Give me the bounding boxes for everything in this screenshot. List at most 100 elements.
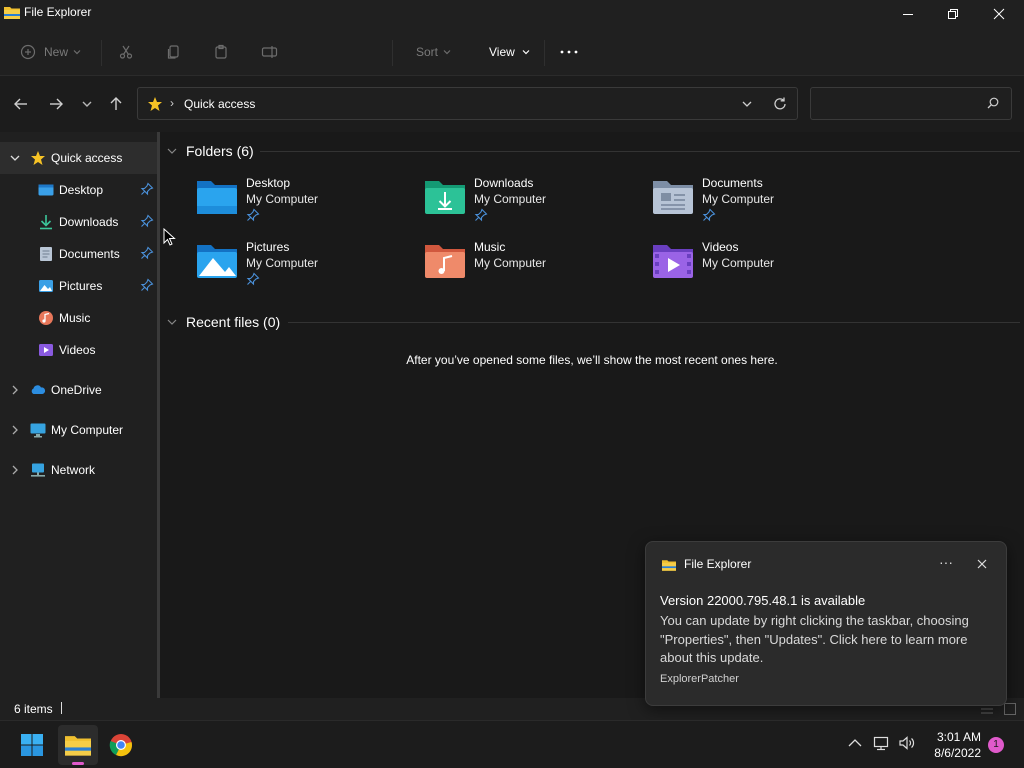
navigation-bar: › Quick access: [0, 76, 1024, 132]
sidebar-item-videos[interactable]: Videos: [0, 334, 157, 366]
notification-more-button[interactable]: ···: [934, 554, 958, 574]
paste-button[interactable]: [213, 40, 229, 64]
taskbar: 3:01 AM 8/6/2022 1: [0, 720, 1024, 768]
up-button[interactable]: [106, 94, 126, 114]
start-button[interactable]: [12, 725, 52, 765]
new-plus-icon: [20, 44, 36, 60]
pin-icon: [140, 182, 154, 196]
close-button[interactable]: [976, 0, 1022, 28]
minimize-button[interactable]: [885, 0, 931, 28]
recent-files-section-header[interactable]: Recent files (0): [166, 312, 280, 332]
view-button[interactable]: View: [489, 40, 531, 64]
new-button[interactable]: New: [20, 40, 82, 64]
restore-button[interactable]: [930, 0, 976, 28]
chevron-down-icon[interactable]: [741, 98, 753, 110]
folder-location: My Computer: [474, 192, 547, 206]
sidebar-item-label: Pictures: [59, 279, 103, 293]
folder-location: My Computer: [246, 256, 319, 270]
pin-icon: [140, 278, 154, 292]
download-icon: [40, 215, 52, 230]
folders-section-header[interactable]: Folders (6): [166, 141, 254, 161]
chevron-up-icon[interactable]: [847, 735, 863, 751]
rename-icon: [261, 46, 278, 58]
folders-section-title: Folders (6): [186, 143, 254, 159]
volume-icon[interactable]: [898, 735, 916, 751]
taskbar-clock[interactable]: 3:01 AM 8/6/2022: [925, 729, 981, 761]
more-options-button[interactable]: [560, 40, 578, 64]
folder-name: Music: [474, 240, 506, 254]
forward-button[interactable]: [46, 94, 66, 114]
windows-logo-icon: [21, 734, 43, 756]
folder-tile-videos[interactable]: Videos My Computer: [652, 240, 880, 304]
taskbar-chrome[interactable]: [101, 725, 141, 765]
chevron-right-icon[interactable]: [9, 384, 21, 396]
breadcrumb-quick-access[interactable]: Quick access: [184, 97, 255, 111]
copy-button[interactable]: [166, 40, 182, 64]
pin-icon: [140, 246, 154, 260]
search-icon: [987, 97, 999, 109]
sidebar-item-label: Downloads: [59, 215, 119, 229]
sidebar-item-pictures[interactable]: Pictures: [0, 270, 157, 302]
notification-body: You can update by right clicking the tas…: [660, 613, 969, 666]
folder-location: My Computer: [474, 256, 547, 270]
update-notification[interactable]: File Explorer ··· Version 22000.795.48.1…: [645, 541, 1007, 706]
notification-close-button[interactable]: [972, 554, 992, 574]
back-button[interactable]: [11, 94, 31, 114]
rename-button[interactable]: [261, 40, 279, 64]
pin-icon: [474, 208, 488, 222]
network-icon[interactable]: [873, 735, 891, 751]
pictures-icon: [39, 280, 53, 292]
cut-button[interactable]: [118, 40, 134, 64]
notification-badge[interactable]: 1: [988, 737, 1004, 753]
sidebar-item-music[interactable]: Music: [0, 302, 157, 334]
close-icon: [993, 8, 1005, 20]
chevron-down-icon[interactable]: [9, 152, 21, 164]
search-box[interactable]: [810, 87, 1012, 120]
sidebar-item-desktop[interactable]: Desktop: [0, 174, 157, 206]
folder-location: My Computer: [246, 192, 319, 206]
chrome-icon: [109, 734, 132, 757]
sidebar-item-my-computer[interactable]: My Computer: [0, 414, 157, 446]
large-icons-view-icon[interactable]: [1003, 702, 1017, 716]
close-icon: [977, 559, 987, 569]
pin-icon: [246, 208, 260, 222]
chevron-right-icon[interactable]: [9, 424, 21, 436]
folder-name: Downloads: [474, 176, 534, 190]
notification-app-name: File Explorer: [684, 557, 752, 571]
folder-name: Documents: [702, 176, 763, 190]
sidebar-item-quick-access[interactable]: Quick access: [0, 142, 157, 174]
folder-tile-desktop[interactable]: Desktop My Computer: [196, 176, 424, 240]
folder-tile-music[interactable]: Music My Computer: [424, 240, 652, 304]
taskbar-file-explorer[interactable]: [58, 725, 98, 765]
chevron-right-icon[interactable]: [9, 464, 21, 476]
divider: [260, 151, 1020, 152]
sort-button[interactable]: Sort: [416, 40, 452, 64]
folder-tile-downloads[interactable]: Downloads My Computer: [424, 176, 652, 240]
sidebar-item-network[interactable]: Network: [0, 454, 157, 486]
monitor-icon: [30, 423, 46, 438]
sidebar-item-label: Quick access: [51, 151, 123, 165]
sidebar-item-downloads[interactable]: Downloads: [0, 206, 157, 238]
folder-tile-pictures[interactable]: Pictures My Computer: [196, 240, 424, 304]
sidebar-item-onedrive[interactable]: OneDrive: [0, 374, 157, 406]
search-input[interactable]: [819, 94, 979, 114]
divider: [61, 702, 62, 714]
sidebar-item-documents[interactable]: Documents: [0, 238, 157, 270]
refresh-icon[interactable]: [772, 96, 788, 112]
folder-tile-documents[interactable]: Documents My Computer: [652, 176, 880, 240]
chevron-down-icon: [443, 50, 451, 55]
music-icon: [39, 311, 53, 325]
videos-icon: [39, 344, 53, 356]
chevron-down-icon: [167, 148, 177, 154]
file-explorer-app-icon: [65, 736, 91, 756]
chevron-down-icon: [167, 319, 177, 325]
view-button-label: View: [489, 45, 515, 59]
folder-location: My Computer: [702, 192, 775, 206]
arrow-up-icon: [110, 97, 122, 110]
divider: [101, 40, 102, 66]
restore-icon: [948, 9, 958, 19]
recent-locations-button[interactable]: [77, 94, 97, 114]
copy-icon: [167, 45, 179, 59]
item-count: 6 items: [14, 702, 53, 716]
address-bar[interactable]: › Quick access: [137, 87, 798, 120]
